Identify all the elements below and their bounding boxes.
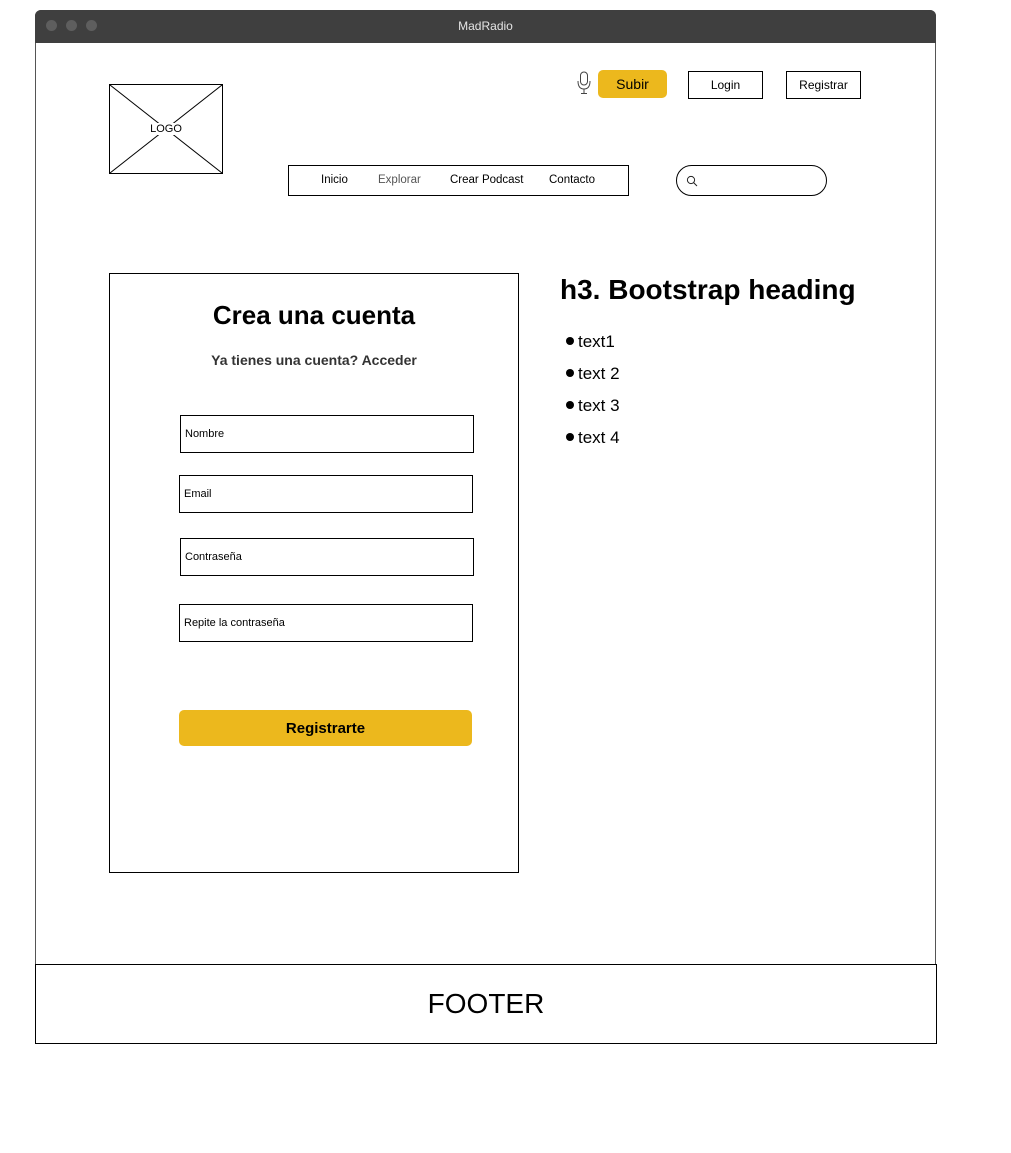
- search-icon: [686, 175, 698, 187]
- register-button[interactable]: Registrar: [786, 71, 861, 99]
- bullet-icon: [566, 369, 574, 377]
- name-input[interactable]: [185, 416, 469, 452]
- email-input[interactable]: [184, 476, 468, 512]
- bullet-icon: [566, 433, 574, 441]
- bullet-icon: [566, 401, 574, 409]
- nav-item-explorar[interactable]: Explorar: [378, 166, 421, 195]
- nav-item-contacto[interactable]: Contacto: [549, 166, 595, 195]
- window-title: MadRadio: [458, 19, 513, 33]
- signup-title: Crea una cuenta: [212, 300, 416, 330]
- name-field[interactable]: [180, 415, 474, 453]
- nav-item-crear-podcast[interactable]: Crear Podcast: [450, 166, 524, 195]
- list-item-text: text 3: [578, 396, 620, 415]
- nav-item-inicio[interactable]: Inicio: [321, 166, 348, 195]
- list-item: text 3: [566, 395, 620, 417]
- list-item-text: text 4: [578, 428, 620, 447]
- search-box[interactable]: [676, 165, 827, 196]
- list-item: text 4: [566, 427, 620, 449]
- password-field[interactable]: [180, 538, 474, 576]
- logo-label: LOGO: [149, 123, 183, 135]
- list-item: text 2: [566, 363, 620, 385]
- repeat-password-field[interactable]: [179, 604, 473, 642]
- footer-label: FOOTER: [427, 988, 545, 1019]
- logo-placeholder[interactable]: LOGO: [109, 84, 223, 174]
- info-heading: h3. Bootstrap heading: [560, 274, 856, 305]
- page-footer: FOOTER: [35, 964, 937, 1044]
- list-item: text1: [566, 331, 615, 353]
- list-item-text: text1: [578, 332, 615, 351]
- bullet-icon: [566, 337, 574, 345]
- upload-button[interactable]: Subir: [598, 70, 667, 98]
- login-button[interactable]: Login: [688, 71, 763, 99]
- repeat-password-input[interactable]: [184, 605, 468, 641]
- email-field[interactable]: [179, 475, 473, 513]
- search-input[interactable]: [703, 170, 819, 193]
- main-nav: Inicio Explorar Crear Podcast Contacto: [288, 165, 629, 196]
- password-input[interactable]: [185, 539, 469, 575]
- signup-subtitle-login-link[interactable]: Ya tienes una cuenta? Acceder: [109, 352, 519, 368]
- list-item-text: text 2: [578, 364, 620, 383]
- microphone-icon[interactable]: [576, 71, 592, 95]
- register-submit-button[interactable]: Registrarte: [179, 710, 472, 746]
